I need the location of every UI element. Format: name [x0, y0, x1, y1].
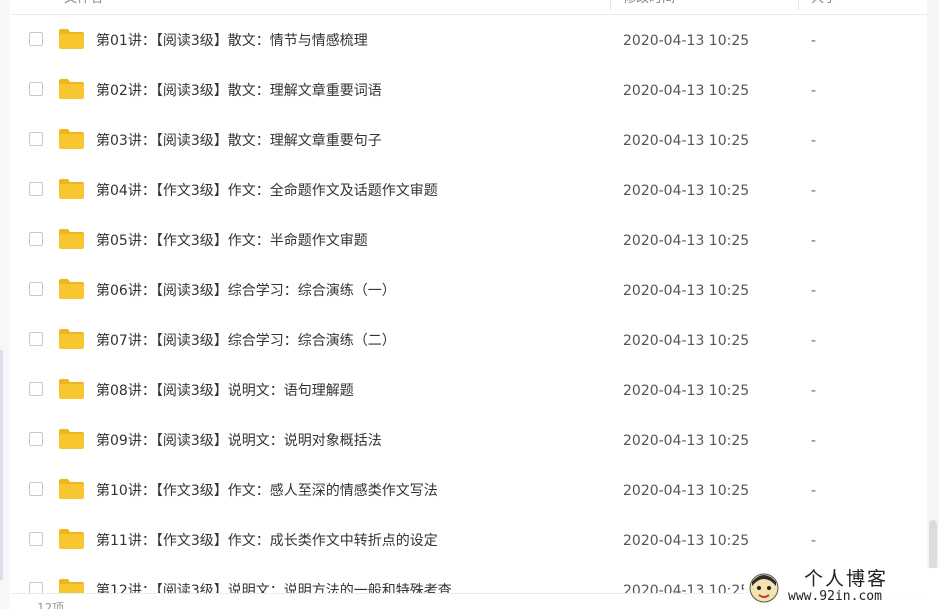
- file-list-page: 文件名 修改时间 大小 第01讲：【阅读3级】散文：情节与情感梳理 2020-04…: [0, 0, 939, 609]
- left-panel-accent: [0, 350, 3, 580]
- modified-date: 2020-04-13 10:25: [623, 283, 750, 299]
- watermark-title: 个人博客: [804, 568, 889, 590]
- file-size: -: [811, 33, 817, 49]
- file-size: -: [811, 133, 817, 149]
- watermark-url: www.92in.com: [788, 589, 882, 604]
- modified-date: 2020-04-13 10:25: [623, 383, 750, 399]
- file-row[interactable]: 第05讲：【作文3级】作文：半命题作文审题 2020-04-13 10:25 -: [12, 216, 927, 266]
- file-row[interactable]: 第04讲：【作文3级】作文：全命题作文及话题作文审题 2020-04-13 10:…: [12, 166, 927, 216]
- folder-icon: [59, 179, 84, 199]
- left-panel-edge: [0, 0, 10, 609]
- row-checkbox[interactable]: [29, 32, 43, 46]
- row-checkbox[interactable]: [29, 182, 43, 196]
- vertical-scrollbar[interactable]: [927, 0, 939, 609]
- modified-date: 2020-04-13 10:25: [623, 483, 750, 499]
- column-header-date[interactable]: 修改时间: [623, 0, 675, 14]
- column-header-size[interactable]: 大小: [811, 0, 837, 14]
- modified-date: 2020-04-13 10:25: [623, 33, 750, 49]
- file-row[interactable]: 第06讲：【阅读3级】综合学习：综合演练（一） 2020-04-13 10:25 -: [12, 266, 927, 316]
- file-size: -: [811, 283, 817, 299]
- file-size: -: [811, 233, 817, 249]
- column-separator: [610, 0, 611, 10]
- modified-date: 2020-04-13 10:25: [623, 133, 750, 149]
- file-name[interactable]: 第09讲：【阅读3级】说明文：说明对象概括法: [96, 416, 382, 466]
- folder-icon: [59, 79, 84, 99]
- file-row[interactable]: 第01讲：【阅读3级】散文：情节与情感梳理 2020-04-13 10:25 -: [12, 16, 927, 66]
- column-header-name[interactable]: 文件名: [64, 0, 103, 14]
- row-checkbox[interactable]: [29, 432, 43, 446]
- file-row[interactable]: 第07讲：【阅读3级】综合学习：综合演练（二） 2020-04-13 10:25 -: [12, 316, 927, 366]
- folder-icon: [59, 129, 84, 149]
- item-count: 12项: [37, 601, 65, 609]
- modified-date: 2020-04-13 10:25: [623, 533, 750, 549]
- folder-icon: [59, 529, 84, 549]
- scrollbar-thumb[interactable]: [929, 520, 937, 570]
- file-row[interactable]: 第10讲：【作文3级】作文：感人至深的情感类作文写法 2020-04-13 10:…: [12, 466, 927, 516]
- file-name[interactable]: 第02讲：【阅读3级】散文：理解文章重要词语: [96, 66, 382, 116]
- column-separator: [798, 0, 799, 10]
- file-size: -: [811, 183, 817, 199]
- folder-icon: [59, 379, 84, 399]
- file-row[interactable]: 第11讲：【作文3级】作文：成长类作文中转折点的设定 2020-04-13 10:…: [12, 516, 927, 566]
- file-size: -: [811, 483, 817, 499]
- row-checkbox[interactable]: [29, 282, 43, 296]
- modified-date: 2020-04-13 10:25: [623, 183, 750, 199]
- file-name[interactable]: 第03讲：【阅读3级】散文：理解文章重要句子: [96, 116, 382, 166]
- row-checkbox[interactable]: [29, 82, 43, 96]
- file-size: -: [811, 83, 817, 99]
- file-size: -: [811, 333, 817, 349]
- row-checkbox[interactable]: [29, 532, 43, 546]
- row-checkbox[interactable]: [29, 382, 43, 396]
- row-checkbox[interactable]: [29, 482, 43, 496]
- file-row[interactable]: 第08讲：【阅读3级】说明文：语句理解题 2020-04-13 10:25 -: [12, 366, 927, 416]
- folder-icon: [59, 479, 84, 499]
- file-name[interactable]: 第01讲：【阅读3级】散文：情节与情感梳理: [96, 16, 368, 66]
- file-name[interactable]: 第07讲：【阅读3级】综合学习：综合演练（二）: [96, 316, 396, 366]
- file-name[interactable]: 第05讲：【作文3级】作文：半命题作文审题: [96, 216, 368, 266]
- file-size: -: [811, 433, 817, 449]
- file-name[interactable]: 第08讲：【阅读3级】说明文：语句理解题: [96, 366, 354, 416]
- folder-icon: [59, 429, 84, 449]
- file-name[interactable]: 第06讲：【阅读3级】综合学习：综合演练（一）: [96, 266, 396, 316]
- file-list-header: 文件名 修改时间 大小: [12, 0, 927, 15]
- file-row[interactable]: 第02讲：【阅读3级】散文：理解文章重要词语 2020-04-13 10:25 -: [12, 66, 927, 116]
- file-row[interactable]: 第03讲：【阅读3级】散文：理解文章重要句子 2020-04-13 10:25 -: [12, 116, 927, 166]
- watermark-logo-icon: [749, 573, 779, 603]
- file-row[interactable]: 第09讲：【阅读3级】说明文：说明对象概括法 2020-04-13 10:25 -: [12, 416, 927, 466]
- row-checkbox[interactable]: [29, 232, 43, 246]
- row-checkbox[interactable]: [29, 332, 43, 346]
- file-size: -: [811, 383, 817, 399]
- modified-date: 2020-04-13 10:25: [623, 83, 750, 99]
- file-name[interactable]: 第11讲：【作文3级】作文：成长类作文中转折点的设定: [96, 516, 438, 566]
- watermark: 个人博客 www.92in.com: [744, 568, 939, 609]
- folder-icon: [59, 279, 84, 299]
- file-size: -: [811, 533, 817, 549]
- folder-icon: [59, 329, 84, 349]
- modified-date: 2020-04-13 10:25: [623, 233, 750, 249]
- row-checkbox[interactable]: [29, 132, 43, 146]
- folder-icon: [59, 29, 84, 49]
- modified-date: 2020-04-13 10:25: [623, 433, 750, 449]
- file-name[interactable]: 第04讲：【作文3级】作文：全命题作文及话题作文审题: [96, 166, 438, 216]
- modified-date: 2020-04-13 10:25: [623, 333, 750, 349]
- folder-icon: [59, 229, 84, 249]
- file-name[interactable]: 第10讲：【作文3级】作文：感人至深的情感类作文写法: [96, 466, 438, 516]
